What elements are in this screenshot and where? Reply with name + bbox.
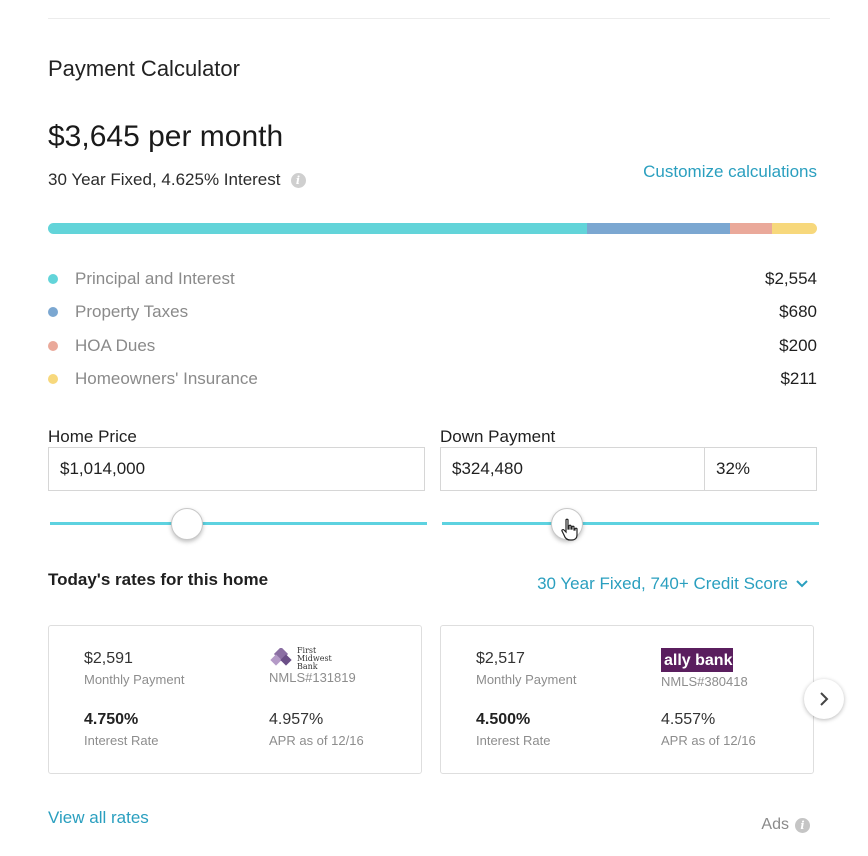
home-price-label: Home Price: [48, 427, 137, 446]
monthly-payment-label: Monthly Payment: [84, 672, 185, 687]
interest-rate-value: 4.750%: [84, 711, 139, 728]
apr-value: 4.957%: [269, 711, 324, 728]
page-title: Payment Calculator: [48, 56, 240, 81]
down-payment-label: Down Payment: [440, 427, 556, 446]
down-payment-percent-input[interactable]: 32%: [704, 447, 817, 491]
legend-dot-property-taxes: [48, 307, 58, 318]
home-price-slider-handle[interactable]: [170, 508, 203, 540]
interest-rate-label: Interest Rate: [84, 733, 159, 748]
monthly-payment-value: $2,591: [84, 650, 133, 667]
interest-rate-label: Interest Rate: [476, 733, 551, 748]
apr-label: APR as of 12/16: [269, 733, 364, 748]
chevron-down-icon: [796, 580, 808, 588]
interest-rate-block: 4.750% Interest Rate: [84, 711, 158, 748]
legend-label: Principal and Interest: [75, 268, 235, 288]
monthly-payment-value: $2,517: [476, 650, 525, 667]
legend-value: $200: [779, 335, 817, 355]
lender-nmls: NMLS#380418: [661, 674, 748, 689]
rate-card-ally[interactable]: $2,517 Monthly Payment ally bank NMLS#38…: [440, 625, 814, 774]
monthly-payment: $3,645 per month: [48, 120, 284, 153]
apr-label: APR as of 12/16: [661, 733, 756, 748]
apr-block: 4.557% APR as of 12/16: [661, 711, 756, 748]
apr-value: 4.557%: [661, 711, 716, 728]
rates-heading: Today's rates for this home: [48, 570, 269, 589]
legend-row-insurance: Homeowners' Insurance $211: [48, 363, 817, 397]
rate-card-first-midwest[interactable]: $2,591 Monthly Payment First Midwest Ban…: [48, 625, 422, 774]
payment-breakdown-legend: Principal and Interest $2,554 Property T…: [48, 262, 817, 396]
legend-dot-insurance: [48, 374, 58, 385]
chevron-right-icon: [820, 692, 829, 706]
interest-rate-value: 4.500%: [476, 711, 531, 728]
hand-cursor-icon: [561, 518, 578, 541]
bar-segment-3: [772, 223, 817, 234]
loan-summary-text: 30 Year Fixed, 4.625% Interest: [48, 170, 281, 189]
rates-filter-dropdown[interactable]: 30 Year Fixed, 740+ Credit Score: [537, 574, 808, 594]
lender-name: First Midwest Bank: [297, 646, 332, 671]
legend-row-principal: Principal and Interest $2,554: [48, 262, 817, 296]
rate-card-payment-block: $2,517 Monthly Payment: [476, 650, 576, 687]
legend-label: Homeowners' Insurance: [75, 369, 258, 389]
rates-filter-label: 30 Year Fixed, 740+ Credit Score: [537, 574, 788, 593]
home-price-input[interactable]: $1,014,000: [48, 447, 425, 491]
ads-text: Ads: [761, 816, 789, 833]
lender-name: ally bank: [664, 652, 733, 669]
payment-breakdown-bar: [48, 223, 817, 234]
down-payment-slider-track[interactable]: [442, 522, 819, 525]
interest-rate-block: 4.500% Interest Rate: [476, 711, 550, 748]
bar-segment-1: [586, 223, 731, 234]
top-divider: [48, 18, 830, 19]
legend-value: $211: [780, 369, 817, 389]
customize-calculations-link[interactable]: Customize calculations: [643, 162, 817, 182]
legend-value: $680: [779, 302, 817, 322]
ads-label: Ads i: [761, 816, 810, 834]
down-payment-input[interactable]: $324,480: [440, 447, 705, 491]
lender-nmls: NMLS#131819: [269, 670, 356, 685]
apr-block: 4.957% APR as of 12/16: [269, 711, 364, 748]
legend-label: HOA Dues: [75, 335, 156, 355]
first-midwest-logo-icon: [270, 648, 292, 666]
legend-row-hoa: HOA Dues $200: [48, 329, 817, 363]
legend-row-property-taxes: Property Taxes $680: [48, 296, 817, 330]
lender-block: First Midwest Bank NMLS#131819: [269, 646, 356, 686]
lender-logo: First Midwest Bank: [269, 646, 356, 671]
view-all-rates-link[interactable]: View all rates: [48, 808, 149, 828]
ads-info-icon[interactable]: i: [795, 817, 810, 833]
legend-value: $2,554: [765, 268, 817, 288]
legend-dot-hoa: [48, 340, 58, 351]
lender-block: ally bank NMLS#380418: [661, 648, 748, 689]
info-icon[interactable]: i: [290, 172, 306, 188]
next-rates-button[interactable]: [804, 679, 844, 719]
lender-logo: ally bank: [661, 648, 733, 672]
home-price-slider-track[interactable]: [50, 522, 427, 525]
legend-label: Property Taxes: [75, 302, 189, 322]
bar-segment-0: [48, 223, 587, 234]
loan-summary: 30 Year Fixed, 4.625% Interest i: [48, 170, 306, 190]
monthly-payment-label: Monthly Payment: [476, 672, 577, 687]
rate-card-payment-block: $2,591 Monthly Payment: [84, 650, 184, 687]
legend-dot-principal: [48, 273, 58, 284]
bar-segment-2: [730, 223, 773, 234]
